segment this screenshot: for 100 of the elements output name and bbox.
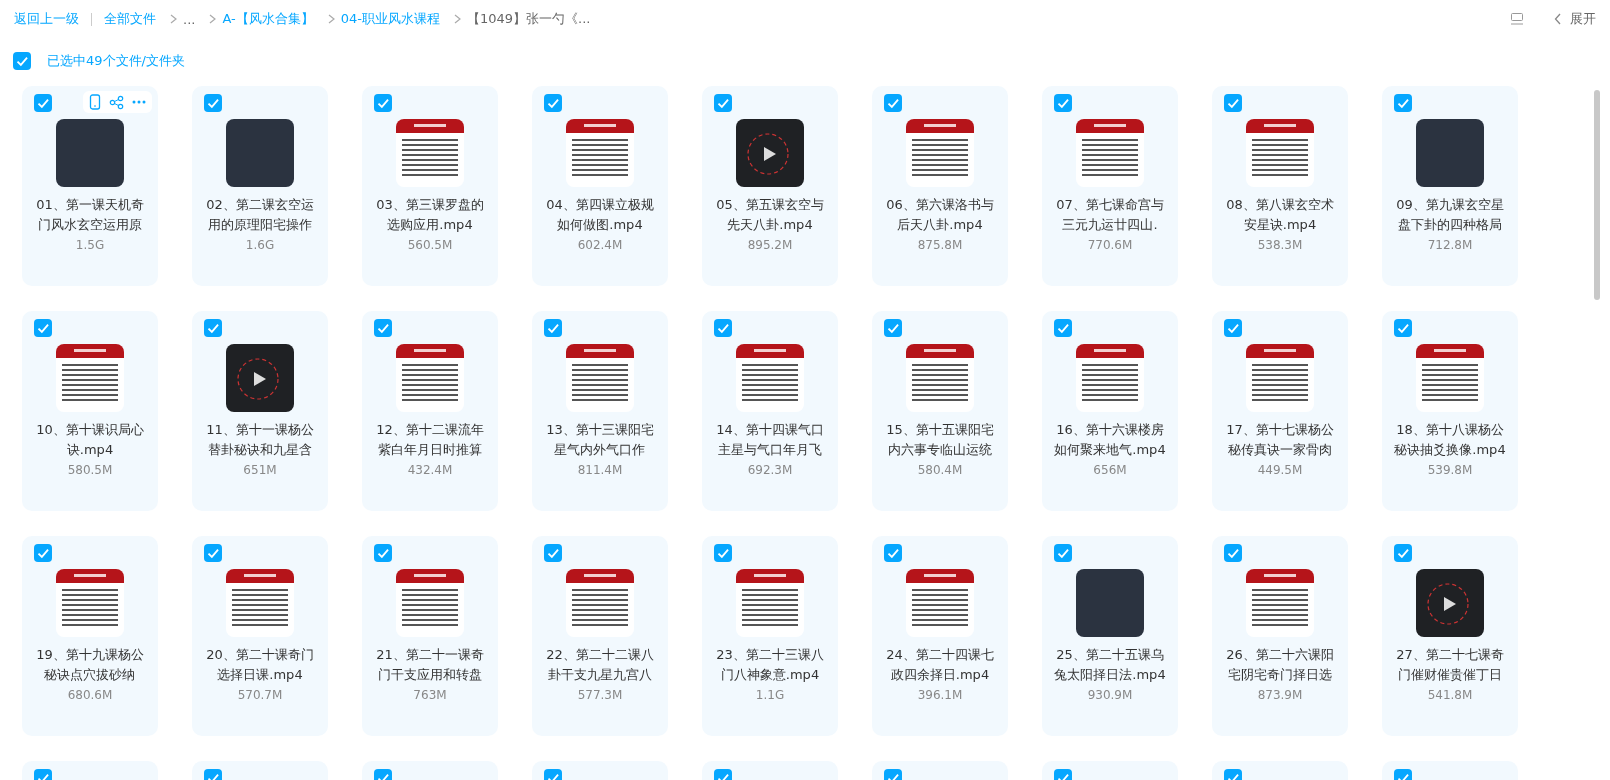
file-card[interactable]: 13、第十三课阳宅 星气内外气口作 811.4M xyxy=(532,311,668,511)
checkbox[interactable] xyxy=(884,544,902,562)
file-card[interactable]: 11、第十一课杨公 替卦秘诀和九星含 651M xyxy=(192,311,328,511)
file-name: 05、第五课玄空与 先天八卦.mp4 xyxy=(716,196,824,234)
file-name: 22、第二十二课八 卦干支九星九宫八 xyxy=(546,646,654,684)
video-thumbnail xyxy=(736,119,804,187)
file-card[interactable]: 04、第四课立极规 如何做图.mp4 602.4M xyxy=(532,86,668,286)
checkbox[interactable] xyxy=(374,319,392,337)
file-size: 811.4M xyxy=(577,463,623,477)
file-size: 873.9M xyxy=(1257,688,1303,702)
chevron-left-icon xyxy=(1554,13,1562,25)
file-card[interactable]: 24、第二十四课七 政四余择日.mp4 396.1M xyxy=(872,536,1008,736)
file-card[interactable]: 07、第七课命宫与 三元九运廿四山. 770.6M xyxy=(1042,86,1178,286)
file-name: 27、第二十七课奇 门催财催贵催丁日 xyxy=(1396,646,1504,684)
checkbox[interactable] xyxy=(1394,94,1412,112)
file-size: 449.5M xyxy=(1257,463,1303,477)
checkbox[interactable] xyxy=(1054,544,1072,562)
checkbox[interactable] xyxy=(204,94,222,112)
slide-thumbnail xyxy=(1246,119,1314,187)
slide-thumbnail xyxy=(396,344,464,412)
checkbox[interactable] xyxy=(1394,319,1412,337)
checkbox[interactable] xyxy=(714,544,732,562)
checkbox[interactable] xyxy=(374,94,392,112)
phone-icon[interactable] xyxy=(89,94,101,110)
checkbox[interactable] xyxy=(1224,544,1242,562)
checkbox[interactable] xyxy=(374,544,392,562)
checkbox[interactable] xyxy=(544,544,562,562)
file-card[interactable]: 17、第十七课杨公 秘传真诀一家骨肉 449.5M xyxy=(1212,311,1348,511)
checkbox[interactable] xyxy=(1054,319,1072,337)
checkbox[interactable] xyxy=(714,319,732,337)
file-size: 580.5M xyxy=(67,463,113,477)
file-name: 06、第六课洛书与 后天八卦.mp4 xyxy=(886,196,994,234)
file-card[interactable]: 05、第五课玄空与 先天八卦.mp4 895.2M xyxy=(702,86,838,286)
file-name: 23、第二十三课八 门八神象意.mp4 xyxy=(716,646,824,684)
file-size: 895.2M xyxy=(747,238,793,252)
checkbox[interactable] xyxy=(34,319,52,337)
list-view-icon[interactable] xyxy=(1510,12,1524,26)
file-card[interactable]: 22、第二十二课八 卦干支九星九宫八 577.3M xyxy=(532,536,668,736)
file-name: 18、第十八课杨公 秘诀抽爻换像.mp4 xyxy=(1394,421,1506,459)
file-card[interactable]: 25、第二十五课乌 兔太阳择日法.mp4 930.9M xyxy=(1042,536,1178,736)
file-card[interactable]: 09、第九课玄空星 盘下卦的四种格局 712.8M xyxy=(1382,86,1518,286)
slide-thumbnail xyxy=(566,344,634,412)
file-card[interactable]: 01、第一课天机奇 门风水玄空运用原 1.5G xyxy=(22,86,158,286)
file-size: 1.5G xyxy=(75,238,105,252)
file-name: 20、第二十课奇门 选择日课.mp4 xyxy=(206,646,314,684)
file-size: 570.7M xyxy=(237,688,283,702)
file-name: 09、第九课玄空星 盘下卦的四种格局 xyxy=(1396,196,1504,234)
file-card[interactable]: 18、第十八课杨公 秘诀抽爻换像.mp4 539.8M xyxy=(1382,311,1518,511)
photo-placeholder xyxy=(1076,569,1144,637)
file-card[interactable]: 12、第十二课流年 紫白年月日时推算 432.4M xyxy=(362,311,498,511)
slide-thumbnail xyxy=(396,569,464,637)
file-card[interactable]: 06、第六课洛书与 后天八卦.mp4 875.8M xyxy=(872,86,1008,286)
file-card[interactable]: 27、第二十七课奇 门催财催贵催丁日 541.8M xyxy=(1382,536,1518,736)
select-all-checkbox[interactable] xyxy=(13,52,31,70)
more-icon[interactable] xyxy=(132,100,146,104)
slide-thumbnail xyxy=(226,569,294,637)
file-name: 08、第八课玄空术 安星诀.mp4 xyxy=(1226,196,1334,234)
scrollbar[interactable] xyxy=(1594,90,1600,300)
file-card[interactable]: 03、第三课罗盘的 选购应用.mp4 560.5M xyxy=(362,86,498,286)
file-name: 03、第三课罗盘的 选购应用.mp4 xyxy=(376,196,484,234)
file-card[interactable]: 26、第二十六课阳 宅阴宅奇门择日选 873.9M xyxy=(1212,536,1348,736)
file-name: 17、第十七课杨公 秘传真诀一家骨肉 xyxy=(1226,421,1334,459)
checkbox[interactable] xyxy=(1224,94,1242,112)
slide-thumbnail xyxy=(56,344,124,412)
file-name: 10、第十课识局心 诀.mp4 xyxy=(36,421,144,459)
checkbox[interactable] xyxy=(714,94,732,112)
checkbox[interactable] xyxy=(34,94,52,112)
file-card[interactable]: 14、第十四课气口 主星与气口年月飞 692.3M xyxy=(702,311,838,511)
file-card[interactable]: 21、第二十一课奇 门干支应用和转盘 763M xyxy=(362,536,498,736)
chevron-right-icon xyxy=(209,14,217,24)
checkbox[interactable] xyxy=(884,319,902,337)
slide-thumbnail xyxy=(56,569,124,637)
slide-thumbnail xyxy=(906,119,974,187)
checkbox[interactable] xyxy=(884,94,902,112)
file-card[interactable]: 16、第十六课楼房 如何聚来地气.mp4 656M xyxy=(1042,311,1178,511)
file-card[interactable]: 10、第十课识局心 诀.mp4 580.5M xyxy=(22,311,158,511)
checkbox[interactable] xyxy=(544,94,562,112)
file-name: 19、第十九课杨公 秘诀点穴拔砂纳 xyxy=(36,646,144,684)
slide-thumbnail xyxy=(396,119,464,187)
checkbox[interactable] xyxy=(544,319,562,337)
checkbox[interactable] xyxy=(1224,319,1242,337)
share-icon[interactable] xyxy=(109,94,124,110)
file-card[interactable]: 02、第二课玄空运 用的原理阳宅操作 1.6G xyxy=(192,86,328,286)
checkbox[interactable] xyxy=(34,544,52,562)
expand-button[interactable]: 展开 xyxy=(1554,10,1596,28)
photo-placeholder xyxy=(226,119,294,187)
file-card[interactable]: 20、第二十课奇门 选择日课.mp4 570.7M xyxy=(192,536,328,736)
file-size: 396.1M xyxy=(917,688,963,702)
file-card[interactable]: 08、第八课玄空术 安星诀.mp4 538.3M xyxy=(1212,86,1348,286)
file-card[interactable]: 23、第二十三课八 门八神象意.mp4 1.1G xyxy=(702,536,838,736)
file-name: 15、第十五课阳宅 内六事专临山运统 xyxy=(886,421,994,459)
breadcrumb-ellipsis[interactable]: ... xyxy=(183,11,196,27)
slide-thumbnail xyxy=(906,569,974,637)
chevron-right-icon xyxy=(453,14,461,24)
checkbox[interactable] xyxy=(204,544,222,562)
checkbox[interactable] xyxy=(1054,94,1072,112)
file-card[interactable]: 19、第十九课杨公 秘诀点穴拔砂纳 680.6M xyxy=(22,536,158,736)
checkbox[interactable] xyxy=(1394,544,1412,562)
checkbox[interactable] xyxy=(204,319,222,337)
file-card[interactable]: 15、第十五课阳宅 内六事专临山运统 580.4M xyxy=(872,311,1008,511)
